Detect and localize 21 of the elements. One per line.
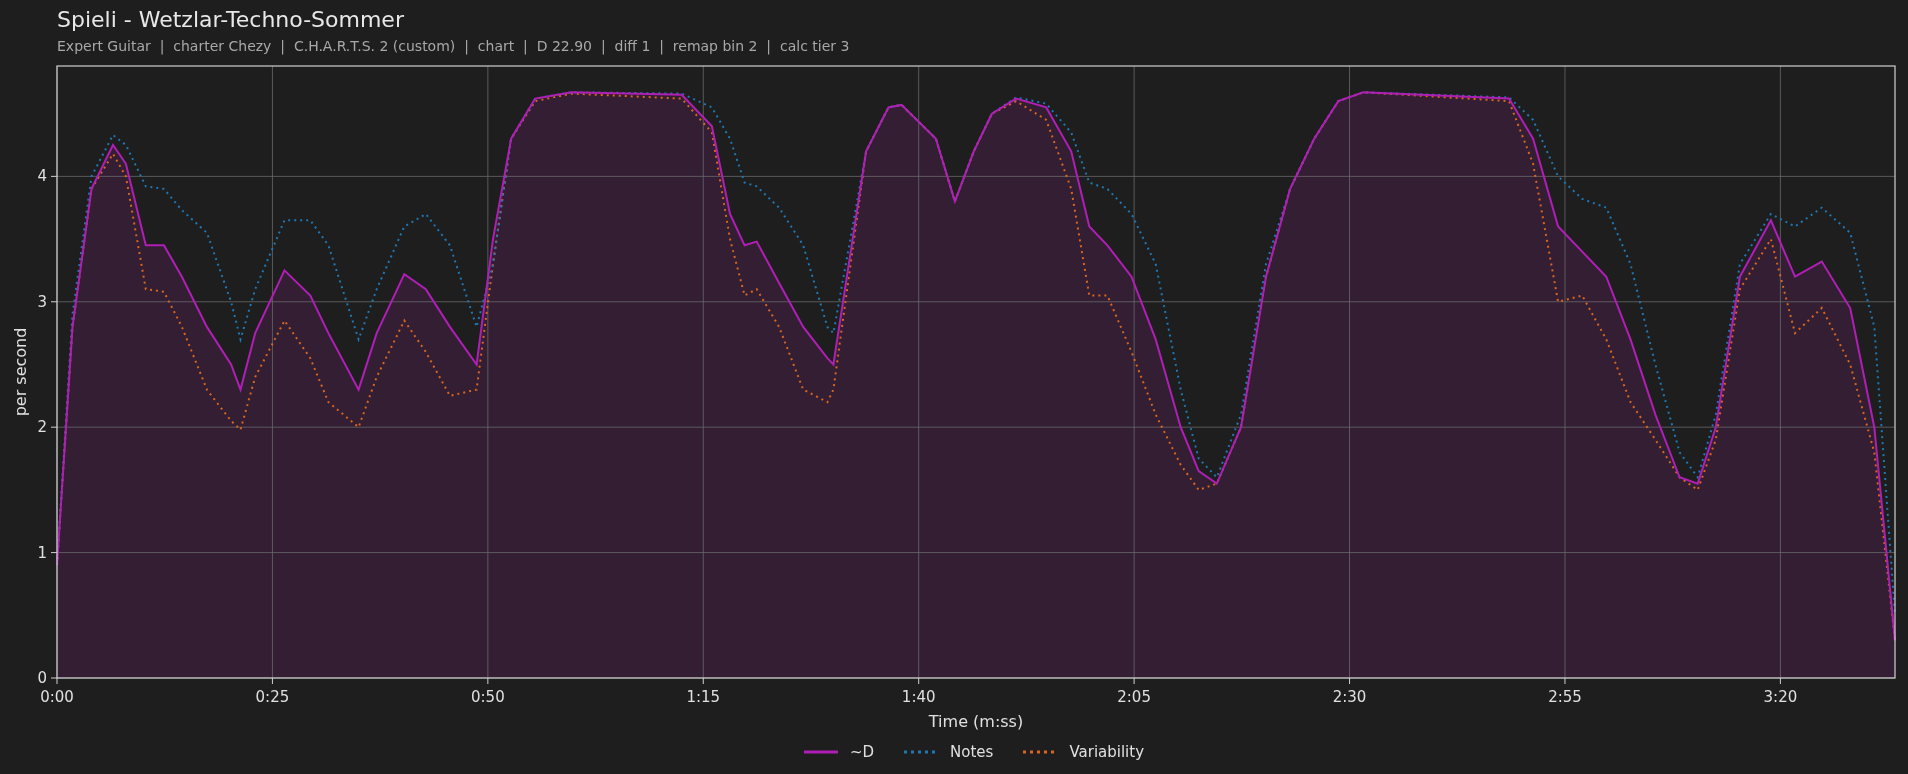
chart-subtitle: Expert Guitar | charter Chezy | C.H.A.R.T.S. 2 (custom) | chart | D 22.90 | diff 1 | remap bin 2 | calc tier 3 xyxy=(57,37,850,56)
legend-label: Variability xyxy=(1069,741,1145,763)
legend-label: Notes xyxy=(950,741,994,763)
x-axis-label: Time (m:ss) xyxy=(928,712,1024,731)
x-tick-label: 2:30 xyxy=(1332,688,1367,706)
y-tick-label: 4 xyxy=(37,167,47,186)
x-tick-label: 0:25 xyxy=(255,688,290,706)
y-tick-label: 3 xyxy=(37,292,47,311)
y-tick-label: 2 xyxy=(37,418,47,437)
y-axis-label: per second xyxy=(11,327,30,417)
x-tick-label: 1:15 xyxy=(686,688,721,706)
x-tick-label: 2:55 xyxy=(1548,688,1582,706)
x-tick-label: 3:20 xyxy=(1763,688,1798,706)
chart-title: Spieli - Wetzlar-Techno-Sommer xyxy=(57,6,404,34)
y-tick-label: 0 xyxy=(37,669,47,687)
x-tick-label: 0:50 xyxy=(471,688,505,706)
legend-label: ~D xyxy=(849,741,875,763)
x-tick-label: 2:05 xyxy=(1117,688,1151,706)
y-tick-label: 1 xyxy=(37,543,47,562)
x-tick-label: 0:00 xyxy=(40,688,74,706)
x-tick-label: 1:40 xyxy=(901,688,936,706)
